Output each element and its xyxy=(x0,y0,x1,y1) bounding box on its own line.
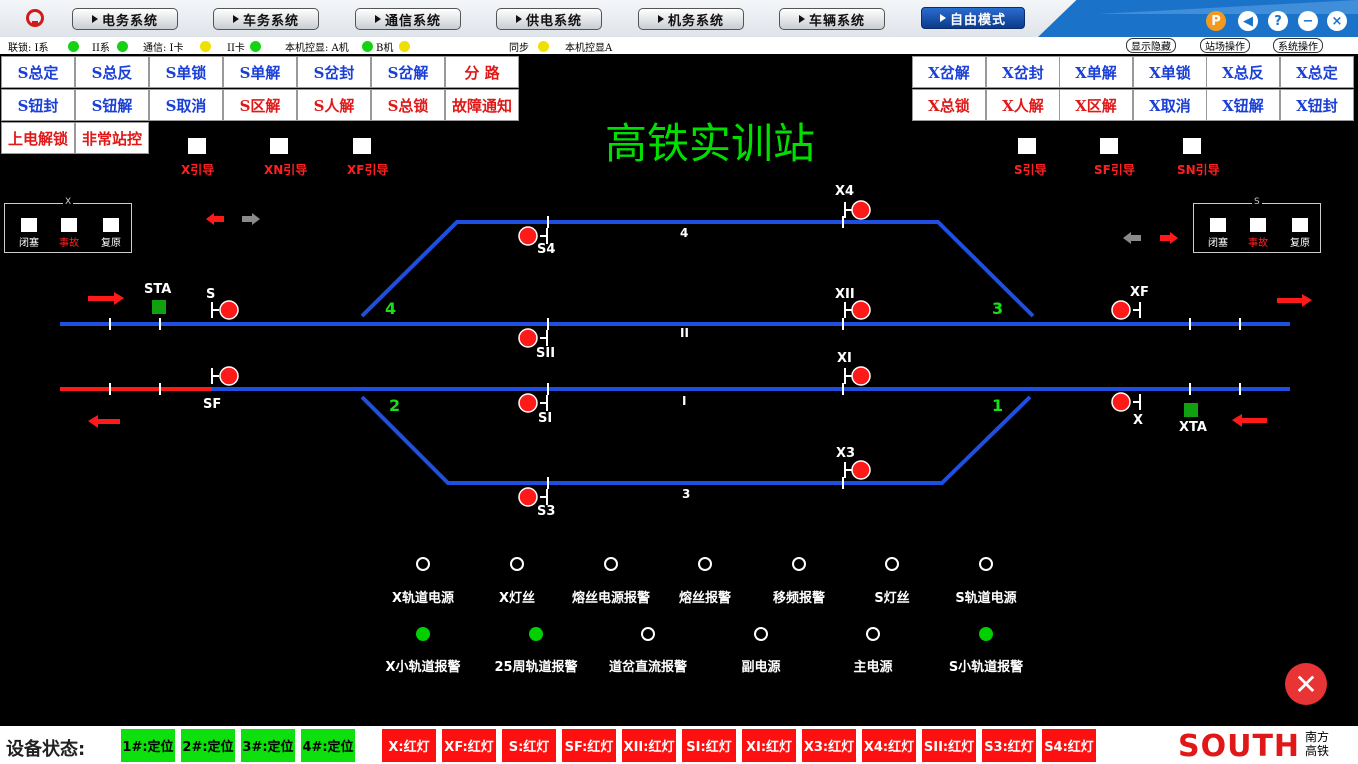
signal-status-cell: S3:红灯 xyxy=(982,729,1036,762)
signal-label-s: S xyxy=(206,287,216,302)
signal-sf[interactable] xyxy=(211,366,239,386)
alarm-lamp-label: S轨道电源 xyxy=(955,591,1017,606)
signal-label-xf: XF xyxy=(1130,285,1149,300)
direction-arrow-right-gray-icon xyxy=(242,213,260,225)
switch-number-4[interactable]: 4 xyxy=(385,299,396,318)
alarm-lamp-label: 25周轨道报警 xyxy=(494,660,578,675)
alarm-lamp-label: X轨道电源 xyxy=(391,591,455,606)
signal-xi[interactable] xyxy=(844,366,871,386)
alarm-lamp xyxy=(754,627,768,641)
alarm-lamp-label: 移频报警 xyxy=(772,591,826,606)
direction-arrow-left-gray-icon xyxy=(1123,232,1141,244)
signal-x4[interactable] xyxy=(844,200,871,220)
alarm-lamp-label: 主电源 xyxy=(853,660,893,675)
track-layout xyxy=(60,200,1312,507)
signal-status-cell: S4:红灯 xyxy=(1042,729,1096,762)
alarm-lamp xyxy=(979,557,993,571)
switch-status-cell: 4#:定位 xyxy=(301,729,355,762)
signal-label-s3: S3 xyxy=(537,504,556,519)
alarm-lamp xyxy=(866,627,880,641)
track-label-ii: II xyxy=(680,326,689,340)
switch-number-3[interactable]: 3 xyxy=(992,299,1003,318)
alarm-lamp-label: 熔丝电源报警 xyxy=(571,591,651,606)
signal-label-x: X xyxy=(1133,413,1144,428)
brand-sub-1: 南方 xyxy=(1305,730,1330,744)
alarm-lamp xyxy=(416,627,430,641)
insulated-joints xyxy=(109,216,1241,489)
switch-status-cell: 1#:定位 xyxy=(121,729,175,762)
switch-status-cell: 2#:定位 xyxy=(181,729,235,762)
signal-x[interactable] xyxy=(1111,392,1141,412)
signal-label-xii: XII xyxy=(835,287,855,302)
device-status-bar: 设备状态: 1#:定位 2#:定位 3#:定位 4#:定位 X:红灯 XF:红灯 S:红灯 S… xyxy=(0,726,1358,764)
signal-status-cell: XII:红灯 xyxy=(622,729,676,762)
alarm-lamp-label: S小轨道报警 xyxy=(948,660,1024,675)
alarm-lamp-label: 副电源 xyxy=(741,660,781,675)
direction-arrow-left-red-icon xyxy=(206,213,224,225)
alarm-lamp xyxy=(979,627,993,641)
south-logo: SOUTH xyxy=(1178,729,1301,764)
signal-label-sf: SF xyxy=(203,397,222,412)
signal-status-cell: SF:红灯 xyxy=(562,729,616,762)
track-label-3: 3 xyxy=(682,487,691,501)
signal-s[interactable] xyxy=(211,300,239,320)
device-status-title: 设备状态: xyxy=(6,739,86,760)
signal-si[interactable] xyxy=(518,393,548,413)
alarm-lamp-label: S灯丝 xyxy=(874,591,910,606)
alarm-lamp xyxy=(604,557,618,571)
signal-label-s4: S4 xyxy=(537,242,556,257)
signal-status-cell: X:红灯 xyxy=(382,729,436,762)
alarm-lamp xyxy=(641,627,655,641)
brand-sub-2: 高铁 xyxy=(1305,744,1330,758)
signal-status-cell: SI:红灯 xyxy=(682,729,736,762)
alarm-lamp xyxy=(529,627,543,641)
track-siding-3[interactable] xyxy=(360,395,1032,485)
signal-status-cell: SII:红灯 xyxy=(922,729,976,762)
xta-indicator xyxy=(1184,403,1198,417)
switch-status-cell: 3#:定位 xyxy=(241,729,295,762)
track-label-4: 4 xyxy=(680,226,689,240)
arrow-right-red-icon xyxy=(88,292,124,305)
south-logo-subtitle: 南方 高铁 xyxy=(1305,730,1335,758)
signal-status-cell: X4:红灯 xyxy=(862,729,916,762)
signal-x3[interactable] xyxy=(844,460,871,480)
signal-status-cell: XI:红灯 xyxy=(742,729,796,762)
track-siding-4[interactable] xyxy=(360,220,1035,318)
signal-label-si: SI xyxy=(538,411,553,426)
alarm-lamp-label: X灯丝 xyxy=(498,591,536,606)
alarm-lamp xyxy=(698,557,712,571)
switch-number-2[interactable]: 2 xyxy=(389,396,400,415)
signal-status-cell: X3:红灯 xyxy=(802,729,856,762)
alarm-lamp xyxy=(792,557,806,571)
signal-label-xi: XI xyxy=(837,351,852,366)
alarm-lamp xyxy=(510,557,524,571)
signal-xii[interactable] xyxy=(844,300,871,320)
direction-arrow-right-red-icon xyxy=(1160,232,1178,244)
track-label-i: I xyxy=(682,394,687,408)
arrow-left-red-icon xyxy=(88,415,120,428)
arrow-left-red-icon xyxy=(1232,414,1267,427)
xta-label: XTA xyxy=(1179,420,1207,435)
alarm-lamp xyxy=(416,557,430,571)
alarm-lamp-label: 道岔直流报警 xyxy=(608,660,688,675)
signal-sii[interactable] xyxy=(518,328,548,348)
signal-label-x4: X4 xyxy=(835,184,855,199)
sta-indicator xyxy=(152,300,166,314)
alarm-lamp-label: 熔丝报警 xyxy=(678,591,732,606)
sta-label: STA xyxy=(144,282,172,297)
arrow-right-red-icon xyxy=(1277,294,1312,307)
alarm-lamp xyxy=(885,557,899,571)
switch-number-1[interactable]: 1 xyxy=(992,396,1003,415)
signal-label-x3: X3 xyxy=(836,446,856,461)
signal-status-cell: XF:红灯 xyxy=(442,729,496,762)
signal-label-sii: SII xyxy=(536,346,556,361)
root: 电务系统 车务系统 通信系统 供电系统 机务系统 车辆系统 自由模式 P ◀ ?… xyxy=(0,0,1358,764)
signal-status-cell: S:红灯 xyxy=(502,729,556,762)
alarm-lamp-label: X小轨道报警 xyxy=(385,660,461,675)
signal-xf[interactable] xyxy=(1111,300,1141,320)
close-circle-icon[interactable]: ✕ xyxy=(1285,663,1327,705)
